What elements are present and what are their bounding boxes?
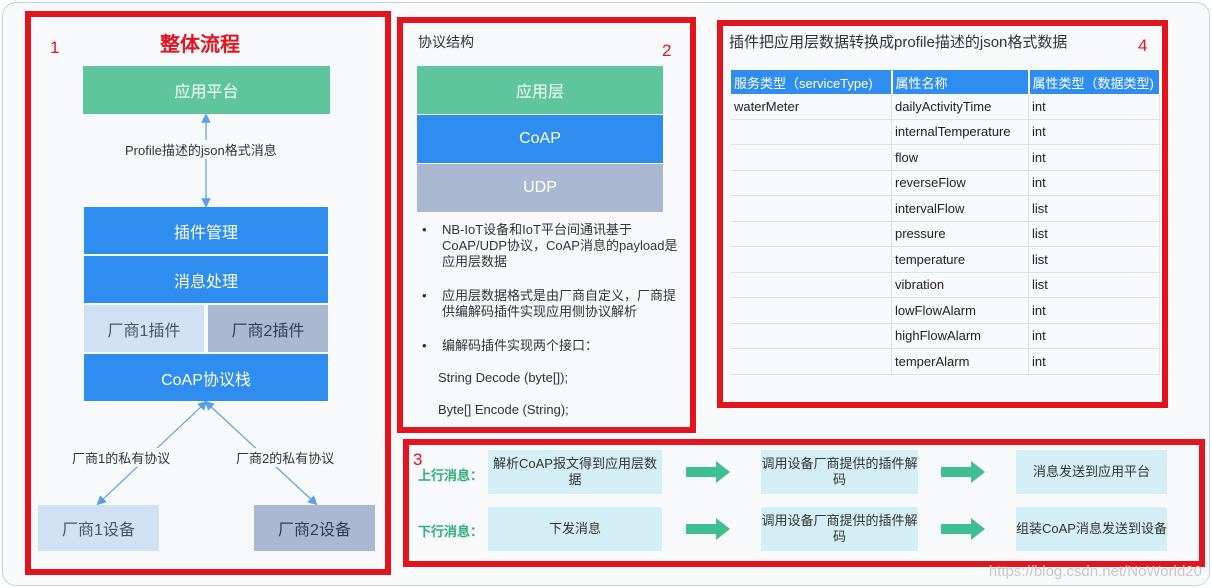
right-arrow-icon — [941, 518, 985, 540]
flow-arrows — [686, 461, 985, 540]
watermark: https://blog.csdn.net/NoWorld20 — [988, 563, 1202, 580]
right-arrow-icon — [686, 518, 730, 540]
right-arrow-icon — [941, 461, 985, 483]
right-arrow-icon — [686, 461, 730, 483]
